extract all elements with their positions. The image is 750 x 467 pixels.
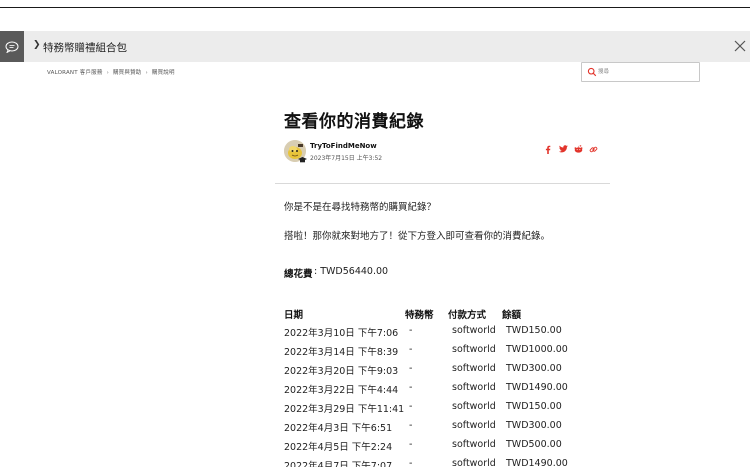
table-cell-date: 2022年4月7日 下午7:07 bbox=[284, 461, 393, 467]
chevron-right-icon[interactable]: ❯ bbox=[33, 40, 41, 50]
share-buttons bbox=[543, 144, 598, 154]
table-cell-payment: softworld bbox=[452, 363, 496, 374]
table-cell-payment: softworld bbox=[452, 325, 496, 336]
table-header-date: 日期 bbox=[284, 310, 304, 321]
notice-link[interactable]: 特務幣贈禮組合包 bbox=[43, 40, 127, 55]
table-cell-points: - bbox=[409, 382, 413, 393]
post-date: 2023年7月15日 上午3:52 bbox=[310, 155, 383, 162]
close-icon[interactable] bbox=[733, 39, 747, 53]
table-cell-points: - bbox=[409, 363, 413, 374]
table-cell-payment: softworld bbox=[452, 458, 496, 467]
table-header-balance: 餘額 bbox=[502, 310, 522, 321]
breadcrumb-separator-icon: › bbox=[106, 70, 109, 76]
table-cell-payment: softworld bbox=[452, 420, 496, 431]
table-cell-points: - bbox=[409, 344, 413, 355]
breadcrumb-item-purchase[interactable]: 購買與贊助 bbox=[113, 70, 142, 76]
total-spent-value: : TWD56440.00 bbox=[314, 266, 389, 277]
table-cell-points: - bbox=[409, 458, 413, 467]
table-cell-payment: softworld bbox=[452, 401, 496, 412]
total-spent-label: 總花費 bbox=[284, 269, 313, 280]
table-cell-balance: TWD500.00 bbox=[506, 439, 562, 450]
breadcrumb-item-purchase-help[interactable]: 購買說明 bbox=[152, 70, 175, 76]
breadcrumb-separator-icon: › bbox=[145, 70, 148, 76]
table-header-payment: 付款方式 bbox=[448, 310, 487, 321]
chat-tab[interactable] bbox=[0, 31, 24, 62]
table-cell-date: 2022年4月5日 下午2:24 bbox=[284, 442, 393, 453]
table-cell-date: 2022年3月20日 下午9:03 bbox=[284, 366, 399, 377]
breadcrumb-item-home[interactable]: VALORANT 客戶服務 bbox=[47, 70, 103, 76]
table-cell-payment: softworld bbox=[452, 382, 496, 393]
table-cell-points: - bbox=[409, 439, 413, 450]
table-cell-date: 2022年3月14日 下午8:39 bbox=[284, 347, 399, 358]
breadcrumb: VALORANT 客戶服務 › 購買與贊助 › 購買說明 bbox=[47, 68, 175, 76]
table-cell-balance: TWD1000.00 bbox=[506, 344, 568, 355]
table-header-points: 特務幣 bbox=[405, 310, 434, 321]
reddit-icon[interactable] bbox=[573, 144, 583, 154]
table-cell-balance: TWD300.00 bbox=[506, 420, 562, 431]
graduation-cap-icon bbox=[298, 157, 307, 163]
chat-bubble-icon bbox=[5, 41, 19, 53]
table-cell-date: 2022年3月22日 下午4:44 bbox=[284, 385, 399, 396]
table-cell-date: 2022年3月10日 下午7:06 bbox=[284, 328, 399, 339]
table-cell-date: 2022年3月29日 下午11:41 bbox=[284, 404, 405, 415]
table-cell-balance: TWD1490.00 bbox=[506, 458, 568, 467]
table-cell-balance: TWD150.00 bbox=[506, 401, 562, 412]
table-cell-date: 2022年4月3日 下午6:51 bbox=[284, 423, 393, 434]
author-name[interactable]: TryToFindMeNow bbox=[310, 142, 377, 150]
article-title: 查看你的消費紀錄 bbox=[284, 112, 424, 132]
intro-paragraph: 你是不是在尋找特務幣的購買紀錄？ bbox=[284, 202, 437, 213]
table-cell-payment: softworld bbox=[452, 439, 496, 450]
login-prompt-paragraph: 搭啦！那你就來對地方了！從下方登入即可查看你的消費紀錄。 bbox=[284, 231, 551, 242]
torn-paper-edge bbox=[0, 0, 750, 8]
table-cell-payment: softworld bbox=[452, 344, 496, 355]
search-icon bbox=[587, 67, 597, 77]
table-cell-balance: TWD1490.00 bbox=[506, 382, 568, 393]
facebook-icon[interactable] bbox=[543, 144, 553, 154]
table-cell-points: - bbox=[409, 420, 413, 431]
search-input[interactable] bbox=[598, 66, 696, 78]
table-cell-points: - bbox=[409, 401, 413, 412]
search-box[interactable] bbox=[581, 62, 700, 82]
link-icon[interactable] bbox=[588, 144, 598, 154]
table-cell-balance: TWD150.00 bbox=[506, 325, 562, 336]
twitter-icon[interactable] bbox=[558, 144, 568, 154]
table-cell-points: - bbox=[409, 325, 413, 336]
table-cell-balance: TWD300.00 bbox=[506, 363, 562, 374]
header-divider bbox=[275, 183, 610, 184]
